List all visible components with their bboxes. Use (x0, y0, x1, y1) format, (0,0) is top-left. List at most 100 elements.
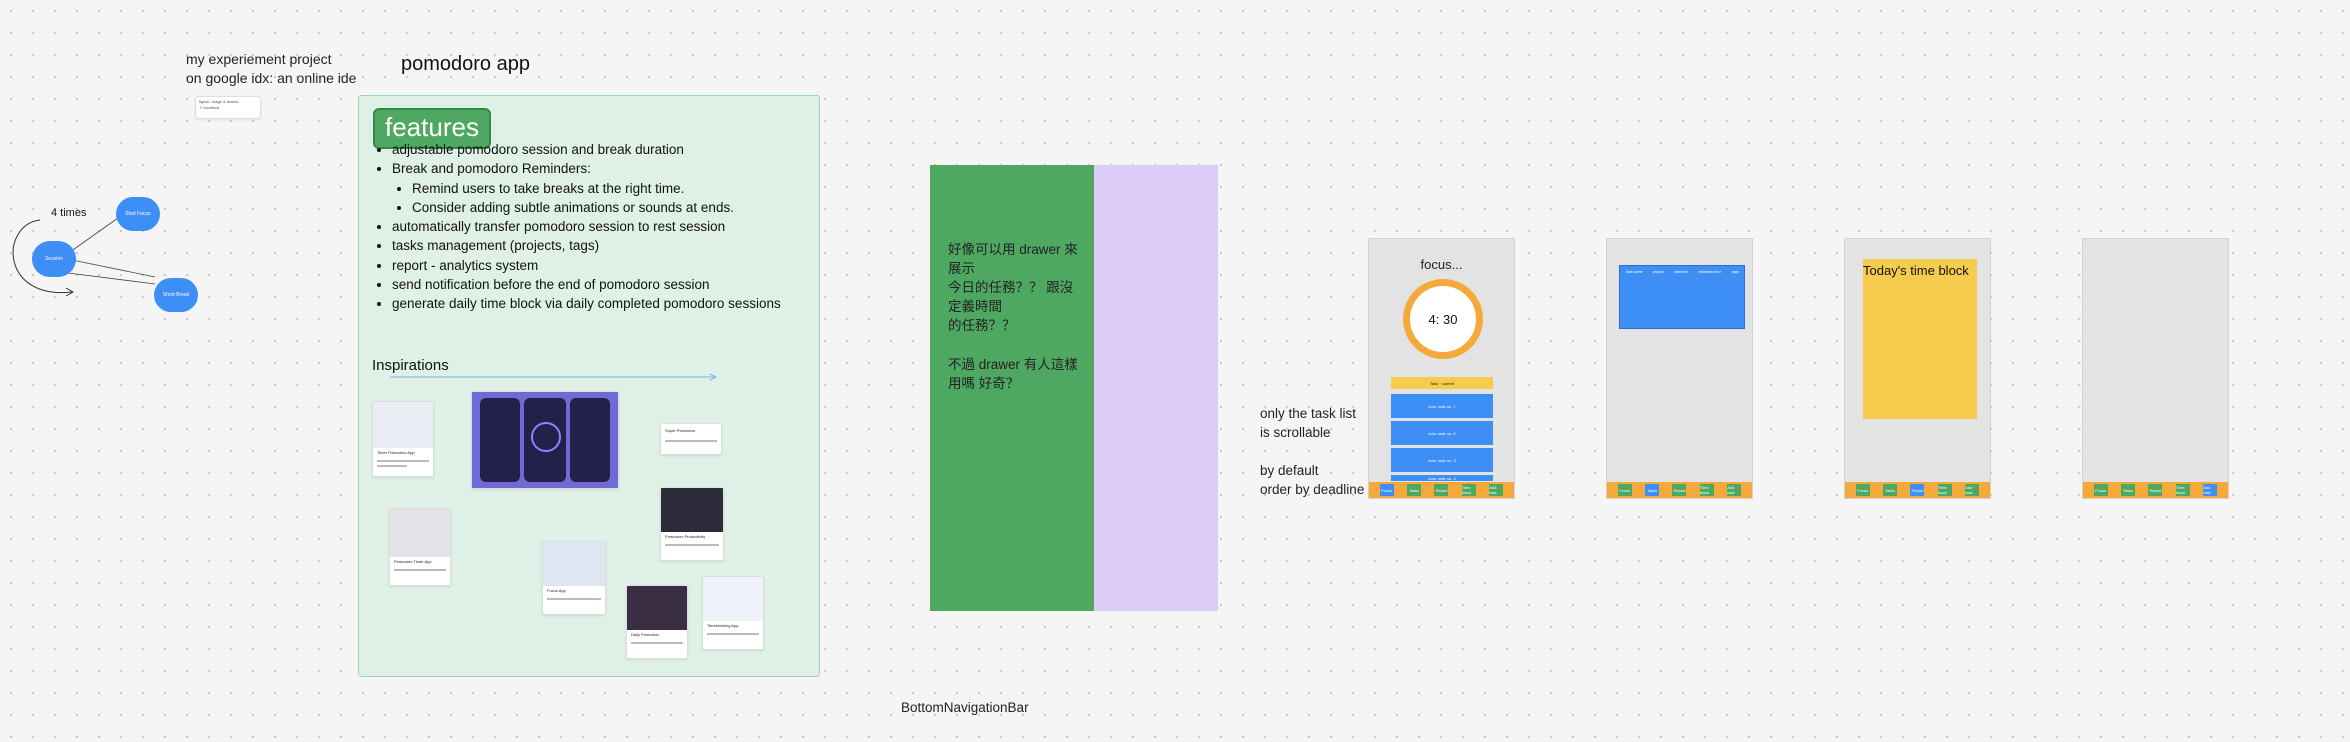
intro-note-line2: on google idx: an online ide (186, 70, 357, 86)
timer-ring-icon (531, 422, 561, 452)
figma-link-card[interactable]: figma : stage & assets ↗ localhost (195, 96, 261, 119)
task-note-line4: order by deadline (1260, 482, 1365, 497)
feature-subitem: Consider adding subtle animations or sou… (412, 198, 781, 217)
drawer-note-2: 不過 drawer 有人這樣 用嗎 好奇？ (948, 357, 1078, 391)
nav-add-task[interactable]: Add task (1965, 484, 1980, 496)
inspiration-card-featured[interactable] (471, 391, 619, 489)
inspiration-card[interactable]: Pomodoro Timer App (389, 508, 451, 586)
timer-ring[interactable]: 4: 30 (1403, 279, 1483, 359)
feature-subitem: Remind users to take breaks at the right… (412, 179, 781, 198)
nav-time-block[interactable]: Time block (2175, 484, 2190, 496)
task-item[interactable]: todo: task no. 2 (1391, 421, 1493, 445)
arrow-session-to-focus (69, 217, 119, 253)
app-title: pomodoro app (401, 53, 530, 75)
inspiration-card-title: Timer Pomodoro App (377, 450, 415, 455)
inspiration-thumbnail (373, 402, 433, 448)
inspiration-card[interactable]: Daily Pomodoro (626, 585, 688, 659)
inspiration-thumbnail (661, 488, 723, 532)
nav-time-block[interactable]: Time block (1699, 484, 1714, 496)
inspiration-card-line (394, 569, 446, 571)
feature-item: adjustable pomodoro session and break du… (392, 140, 781, 159)
feature-item: send notification before the end of pomo… (392, 275, 781, 294)
inspiration-card[interactable]: Focus App (542, 541, 606, 615)
nav-add-task[interactable]: Add task (1489, 484, 1504, 496)
task-item[interactable]: todo: task no. 1 (1391, 394, 1493, 418)
loop-label: 4 times (51, 207, 87, 219)
inspiration-card[interactable]: Pomodoro Productivity (660, 487, 724, 561)
inspiration-thumbnail (480, 398, 520, 482)
intro-note[interactable]: my experiement project on google idx: an… (186, 50, 356, 88)
nav-focus[interactable]: Focus (1379, 484, 1394, 496)
task-note-line3: by default (1260, 463, 1319, 478)
figma-link-card-line2: ↗ localhost (199, 105, 220, 110)
inspiration-card-line (665, 440, 717, 442)
bottom-nav-bar[interactable]: Focus Tasks Report Time block Add task (1607, 482, 1752, 498)
bottom-nav-label: BottomNavigationBar (901, 700, 1029, 715)
feature-item: automatically transfer pomodoro session … (392, 217, 781, 236)
tasks-table[interactable]: Task name project deadline estimated tim… (1619, 265, 1745, 329)
task-note-line1: only the task list (1260, 406, 1357, 421)
nav-report[interactable]: Report (2148, 484, 2163, 496)
inspiration-card-title: Super Pomodoro (665, 428, 696, 433)
inspiration-card-line (707, 633, 759, 635)
inspiration-card-line (377, 460, 429, 462)
nav-tasks[interactable]: Tasks (2121, 484, 2136, 496)
drawer-note-1: 好像可以用 drawer 來 展示 今日的任務？？ 跟沒 定義時間 的任務？？ (948, 242, 1078, 333)
inspiration-card-line (665, 544, 719, 546)
inspiration-thumbnail (627, 586, 687, 630)
task-item[interactable]: todo: task no. 4 (1391, 475, 1493, 481)
nav-tasks[interactable]: Tasks (1645, 484, 1660, 496)
table-header-cell: tags (1731, 270, 1739, 274)
nav-tasks[interactable]: Tasks (1883, 484, 1898, 496)
inspiration-card[interactable]: Timer Pomodoro App (372, 401, 434, 477)
inspiration-card[interactable]: Timeblocking App (702, 576, 764, 650)
table-header-cell: project (1653, 270, 1664, 274)
nav-report[interactable]: Report (1434, 484, 1449, 496)
feature-item: Break and pomodoro Reminders: Remind use… (392, 159, 781, 217)
tasks-screen[interactable]: Task name project deadline estimated tim… (1606, 238, 1753, 499)
nav-focus[interactable]: Focus (1855, 484, 1870, 496)
inspiration-thumbnail (543, 542, 605, 586)
node-start-focus[interactable]: Start Focus (116, 197, 160, 231)
focus-label: focus... (1420, 257, 1463, 272)
feature-item: generate daily time block via daily comp… (392, 294, 781, 313)
nav-time-block[interactable]: Time block (1461, 484, 1476, 496)
inspiration-card-title: Focus App (547, 588, 566, 593)
inspirations-connector (390, 373, 718, 381)
current-task-banner[interactable]: Task · current (1391, 377, 1493, 389)
drawer-content-area[interactable] (1094, 165, 1218, 611)
time-block-title: Today's time block (1863, 263, 1969, 278)
table-header-cell: estimated time (1698, 270, 1722, 274)
feature-item: tasks management (projects, tags) (392, 236, 781, 255)
node-short-break[interactable]: Short Break (154, 278, 198, 312)
nav-focus[interactable]: Focus (2093, 484, 2108, 496)
inspiration-card[interactable]: Super Pomodoro (660, 423, 722, 455)
inspiration-thumbnail (570, 398, 610, 482)
nav-focus[interactable]: Focus (1617, 484, 1632, 496)
bottom-nav-bar[interactable]: Focus Tasks Report Time block Add task (2083, 482, 2228, 498)
time-block-screen[interactable]: Today's time block Focus Tasks Report Ti… (1844, 238, 1991, 499)
time-block-card[interactable]: Today's time block (1863, 259, 1977, 419)
task-note: only the task list is scrollable by defa… (1260, 404, 1364, 499)
inspiration-card-line (631, 642, 683, 644)
timer-value: 4: 30 (1428, 311, 1458, 327)
nav-time-block[interactable]: Time block (1937, 484, 1952, 496)
task-note-spacer (1260, 442, 1364, 461)
task-note-line2: is scrollable (1260, 425, 1331, 440)
nav-add-task[interactable]: Add task (1727, 484, 1742, 496)
task-item[interactable]: todo: task no. 3 (1391, 448, 1493, 472)
nav-add-task[interactable]: Add task (2203, 484, 2218, 496)
bottom-nav-bar[interactable]: Focus Tasks Report Time block Add task (1845, 482, 1990, 498)
node-session[interactable]: Session (32, 241, 76, 277)
inspiration-card-title: Timeblocking App (707, 623, 739, 628)
feature-sublist: Remind users to take breaks at the right… (392, 179, 781, 218)
nav-report[interactable]: Report (1672, 484, 1687, 496)
nav-tasks[interactable]: Tasks (1407, 484, 1422, 496)
tasks-table-header: Task name project deadline estimated tim… (1620, 266, 1744, 274)
inspiration-card-title: Daily Pomodoro (631, 632, 660, 637)
intro-note-line1: my experiement project (186, 51, 332, 67)
nav-report[interactable]: Report (1910, 484, 1925, 496)
bottom-nav-bar[interactable]: Focus Tasks Report Time block Add task (1369, 482, 1514, 498)
focus-screen[interactable]: focus... 4: 30 Task · current todo: task… (1368, 238, 1515, 499)
report-screen[interactable]: Focus Tasks Report Time block Add task (2082, 238, 2229, 499)
